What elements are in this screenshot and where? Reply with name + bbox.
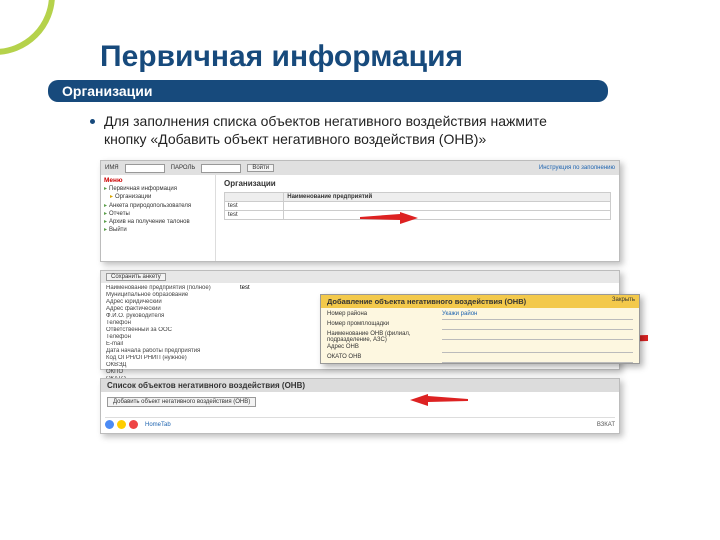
dialog-input[interactable] [442,344,633,353]
taskbar-label: HomeTab [145,422,171,428]
username-input[interactable] [125,164,165,173]
menu-item[interactable]: Выйти [104,226,212,234]
browser-icon [129,420,138,429]
dialog-label: Адрес ОНВ [327,344,437,353]
form-label: Дата начала работы предприятия [106,348,236,354]
dialog-label: ОКАТО ОНВ [327,354,437,363]
username-label: ИМЯ [105,165,119,171]
menu-item[interactable]: Отчеты [104,210,212,218]
browser-icon [105,420,114,429]
login-hint[interactable]: Инструкция по заполнению [539,165,615,171]
screenshot-app-window: ИМЯ ПАРОЛЬ Войти Инструкция по заполнени… [100,160,620,262]
form-label: Телефон [106,334,236,340]
login-button[interactable]: Войти [247,164,274,172]
form-label: Наименование предприятия (полное) [106,285,236,291]
slide-content: Первичная информация Организации Для зап… [0,0,720,480]
password-label: ПАРОЛЬ [171,165,196,171]
form-label: Адрес юридический [106,299,236,305]
dialog-label: Номер района [327,311,437,320]
screenshot-list-panel: Список объектов негативного воздействия … [100,378,620,434]
list-title: Список объектов негативного воздействия … [101,379,619,392]
menu-item[interactable]: Архив на получение талонов [104,218,212,226]
dialog-input[interactable] [442,354,633,363]
sidebar: Меню Первичная информация Организации Ан… [101,175,216,261]
dialog-title: Добавление объекта негативного воздейств… [321,295,639,308]
form-value[interactable] [240,369,614,375]
password-input[interactable] [201,164,241,173]
form-label: ОКПО [106,369,236,375]
form-label: Код ОГРН/ОГРНИП (нужное) [106,355,236,361]
section-bar: Организации [48,80,608,102]
form-label: ОКВЭД [106,362,236,368]
dialog-input[interactable] [442,321,633,330]
menu-item[interactable]: Анкета природопользователя [104,202,212,210]
col-head [225,193,284,202]
form-label: E-mail [106,341,236,347]
dialog-label: Номер промплощадки [327,321,437,330]
page-title: Первичная информация [100,40,660,74]
table-row: test [225,202,611,211]
menu-item[interactable]: Организации [110,193,212,201]
add-onv-button[interactable]: Добавить объект негативного воздействия … [107,397,256,407]
menu-header: Меню [104,177,212,184]
form-label: Телефон [106,320,236,326]
menu-item[interactable]: Первичная информация [104,185,212,193]
dialog-close[interactable]: Закрыть [612,297,635,303]
browser-icon [117,420,126,429]
form-value[interactable]: test [240,285,614,291]
dialog-label: Наименование ОНВ (филиал, подразделение,… [327,331,437,343]
form-label: Ф.И.О. руководителя [106,313,236,319]
org-heading: Организации [224,179,611,188]
login-bar: ИМЯ ПАРОЛЬ Войти Инструкция по заполнени… [101,161,619,175]
form-label: Адрес фактический [106,306,236,312]
taskbar-right: ВЗКАТ [597,422,615,428]
screenshot-group: ИМЯ ПАРОЛЬ Войти Инструкция по заполнени… [100,160,620,460]
col-head: Наименование предприятий [284,193,611,202]
dialog-input[interactable]: Укажи район [442,311,633,320]
body-text: Для заполнения списка объектов негативно… [90,112,580,148]
save-button[interactable]: Сохранить анкету [106,273,166,281]
taskbar: HomeTab ВЗКАТ [105,417,615,431]
form-label: Муниципальное образование [106,292,236,298]
form-label: Ответственный за ООС [106,327,236,333]
screenshot-dialog: Добавление объекта негативного воздейств… [320,294,640,364]
dialog-input[interactable] [442,331,633,340]
